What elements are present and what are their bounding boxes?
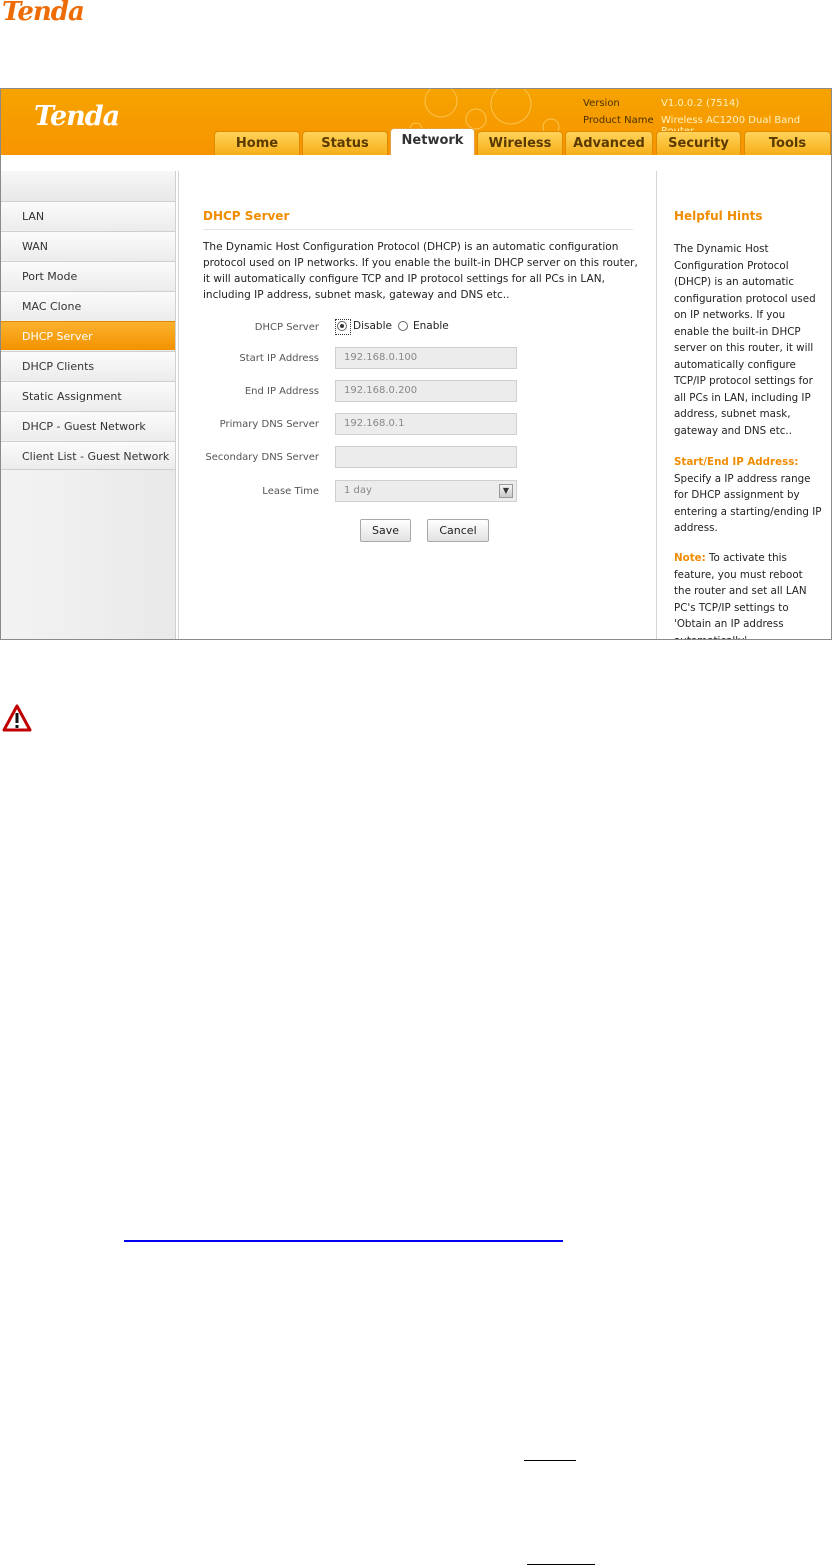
disable-radio[interactable]: [337, 321, 347, 331]
chevron-down-icon[interactable]: ▼: [499, 484, 513, 498]
disable-radio-label[interactable]: Disable: [353, 320, 392, 332]
page-title: DHCP Server: [203, 209, 290, 223]
header-bar: Tenda Version V1.0.0.2 (7514) Product Na…: [1, 89, 831, 155]
brand-logo: Tenda: [34, 101, 120, 132]
sidebar-item-mac-clone[interactable]: MAC Clone: [1, 291, 175, 320]
end-ip-input[interactable]: 192.168.0.200: [335, 380, 517, 402]
router-admin-screenshot: Tenda Version V1.0.0.2 (7514) Product Na…: [0, 88, 832, 640]
start-ip-input[interactable]: 192.168.0.100: [335, 347, 517, 369]
underline-mark: [524, 1460, 576, 1461]
sidebar-item-port-mode[interactable]: Port Mode: [1, 261, 175, 290]
hint-note-text: To activate this feature, you must reboo…: [674, 552, 807, 639]
lease-time-label: Lease Time: [262, 486, 319, 497]
hint-start-end-ip: Start/End IP Address: Specify a IP addre…: [674, 454, 822, 537]
primary-dns-label: Primary DNS Server: [219, 419, 319, 430]
sidebar-item-dhcp-clients[interactable]: DHCP Clients: [1, 351, 175, 380]
page-description: The Dynamic Host Configuration Protocol …: [203, 241, 638, 301]
tab-network[interactable]: Network: [390, 128, 475, 155]
sidebar-item-wan[interactable]: WAN: [1, 231, 175, 260]
hint-note-heading: Note:: [674, 552, 706, 564]
version-label: Version: [583, 98, 620, 109]
tab-wireless[interactable]: Wireless: [477, 131, 563, 155]
cancel-button[interactable]: Cancel: [427, 519, 489, 542]
sidebar-item-lan[interactable]: LAN: [1, 201, 175, 230]
warning-triangle-icon: [2, 704, 32, 732]
underline-mark-2: [527, 1564, 595, 1565]
hint-dhcp-description: The Dynamic Host Configuration Protocol …: [674, 243, 816, 437]
hints-title: Helpful Hints: [674, 209, 763, 223]
lease-time-value: 1 day: [344, 485, 372, 496]
start-ip-label: Start IP Address: [239, 353, 319, 364]
tab-tools[interactable]: Tools: [744, 131, 831, 155]
tab-security[interactable]: Security: [656, 131, 741, 155]
hint-note: Note: To activate this feature, you must…: [674, 550, 822, 639]
enable-radio-label[interactable]: Enable: [413, 320, 449, 332]
dhcp-server-label: DHCP Server: [254, 322, 319, 333]
sidebar-item-static-assignment[interactable]: Static Assignment: [1, 381, 175, 410]
hint-start-end-heading: Start/End IP Address:: [674, 456, 799, 468]
primary-dns-input[interactable]: 192.168.0.1: [335, 413, 517, 435]
sidebar-item-dhcp-server[interactable]: DHCP Server: [1, 321, 175, 350]
sidebar-item-client-list-guest[interactable]: Client List - Guest Network: [1, 441, 175, 470]
tenda-logo-top: Tenda: [2, 0, 85, 27]
sidebar-top-spacer: [1, 171, 175, 201]
secondary-dns-input[interactable]: [335, 446, 517, 468]
hint-start-end-text: Specify a IP address range for DHCP assi…: [674, 472, 822, 535]
main-content: DHCP Server The Dynamic Host Configurati…: [178, 171, 657, 639]
end-ip-label: End IP Address: [244, 386, 319, 397]
save-button[interactable]: Save: [360, 519, 411, 542]
version-value: V1.0.0.2 (7514): [661, 98, 740, 109]
title-divider: [203, 229, 633, 230]
tab-advanced[interactable]: Advanced: [565, 131, 653, 155]
secondary-dns-label: Secondary DNS Server: [205, 452, 319, 463]
helpful-hints-panel: Helpful Hints The Dynamic Host Configura…: [657, 171, 831, 639]
enable-radio[interactable]: [398, 321, 408, 331]
sidebar-item-dhcp-guest-network[interactable]: DHCP - Guest Network: [1, 411, 175, 440]
lease-time-select[interactable]: 1 day ▼: [335, 480, 517, 502]
tab-status[interactable]: Status: [302, 131, 388, 155]
sidebar: LAN WAN Port Mode MAC Clone DHCP Server …: [1, 171, 176, 639]
hyperlink-underline[interactable]: [124, 1240, 563, 1242]
tab-home[interactable]: Home: [214, 131, 300, 155]
product-name-label: Product Name: [583, 115, 654, 126]
